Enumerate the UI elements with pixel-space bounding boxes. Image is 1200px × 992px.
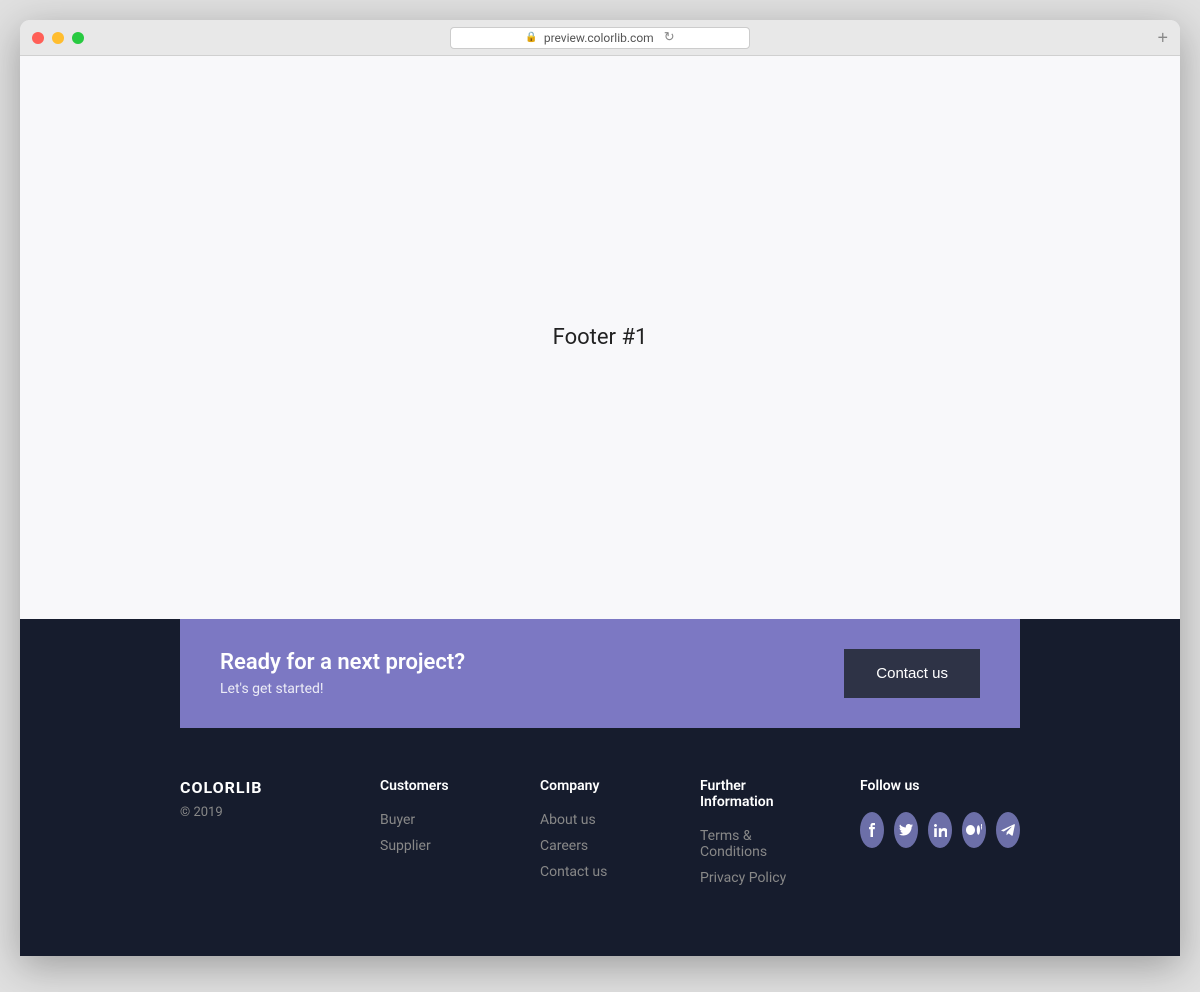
footer-col-title-follow: Follow us — [860, 778, 1020, 794]
footer-col-customers: Customers Buyer Supplier — [380, 778, 480, 864]
footer-link-careers[interactable]: Careers — [540, 838, 640, 854]
footer-col-further-info: Further Information Terms & Conditions P… — [700, 778, 800, 896]
footer-col-title-company: Company — [540, 778, 640, 794]
footer-col-title-customers: Customers — [380, 778, 480, 794]
footer-col-follow-us: Follow us — [860, 778, 1020, 848]
reload-icon[interactable]: ↻ — [664, 30, 675, 45]
footer: COLORLIB © 2019 Customers Buyer Supplier… — [20, 778, 1180, 956]
facebook-icon[interactable] — [860, 812, 884, 848]
cta-section: Ready for a next project? Let's get star… — [20, 669, 1180, 956]
address-bar[interactable]: 🔒 preview.colorlib.com ↻ — [450, 27, 750, 49]
maximize-button[interactable] — [72, 32, 84, 44]
url-text: preview.colorlib.com — [544, 31, 654, 45]
page-title: Footer #1 — [553, 325, 648, 350]
linkedin-icon[interactable] — [928, 812, 952, 848]
footer-link-about[interactable]: About us — [540, 812, 640, 828]
new-tab-button[interactable]: + — [1157, 27, 1168, 48]
telegram-icon[interactable] — [996, 812, 1020, 848]
social-icons — [860, 812, 1020, 848]
twitter-icon[interactable] — [894, 812, 918, 848]
title-bar: 🔒 preview.colorlib.com ↻ + — [20, 20, 1180, 56]
cta-subtext: Let's get started! — [220, 681, 465, 697]
footer-link-buyer[interactable]: Buyer — [380, 812, 480, 828]
cta-heading: Ready for a next project? — [220, 650, 465, 675]
browser-window: 🔒 preview.colorlib.com ↻ + Footer #1 Rea… — [20, 20, 1180, 956]
cta-card: Ready for a next project? Let's get star… — [180, 619, 1020, 728]
minimize-button[interactable] — [52, 32, 64, 44]
main-area: Footer #1 — [20, 56, 1180, 619]
medium-icon[interactable] — [962, 812, 986, 848]
lock-icon: 🔒 — [525, 32, 537, 43]
close-button[interactable] — [32, 32, 44, 44]
footer-copyright: © 2019 — [180, 805, 300, 820]
footer-logo: COLORLIB — [180, 778, 300, 797]
footer-link-supplier[interactable]: Supplier — [380, 838, 480, 854]
footer-link-terms[interactable]: Terms & Conditions — [700, 828, 800, 860]
footer-brand: COLORLIB © 2019 — [180, 778, 300, 820]
cta-text-group: Ready for a next project? Let's get star… — [220, 650, 465, 697]
footer-link-contact[interactable]: Contact us — [540, 864, 640, 880]
traffic-lights — [32, 32, 84, 44]
footer-col-title-further: Further Information — [700, 778, 800, 810]
browser-content: Footer #1 Ready for a next project? Let'… — [20, 56, 1180, 956]
footer-inner: COLORLIB © 2019 Customers Buyer Supplier… — [180, 778, 1020, 896]
footer-col-company: Company About us Careers Contact us — [540, 778, 640, 890]
footer-link-privacy[interactable]: Privacy Policy — [700, 870, 800, 886]
contact-us-button[interactable]: Contact us — [844, 649, 980, 698]
